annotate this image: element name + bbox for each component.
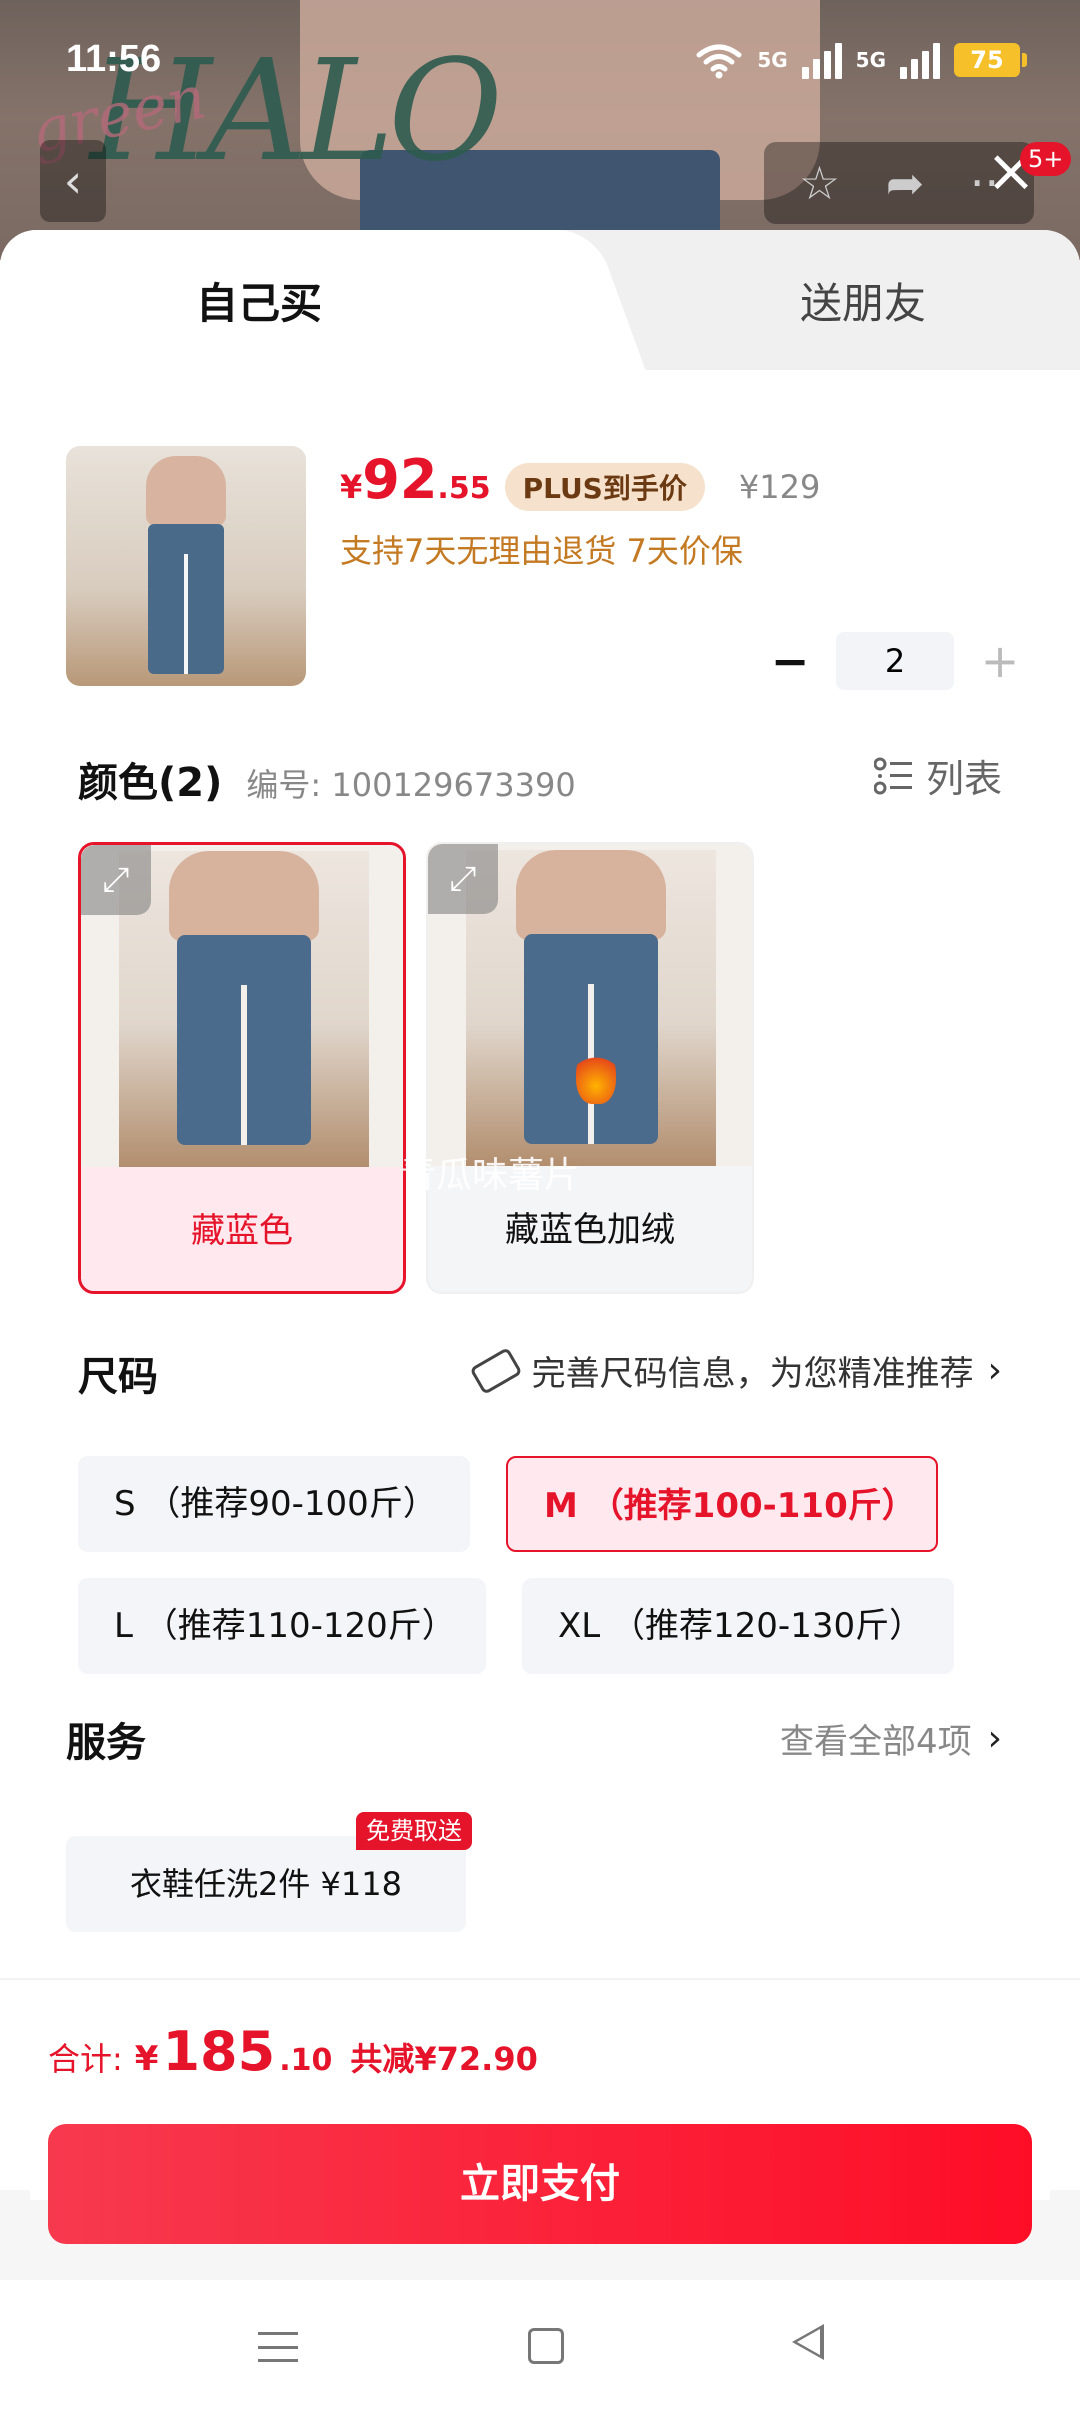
color-option-navy-fleece[interactable]: ⤢ 藏蓝色加绒 [426,842,754,1294]
color-option-label: 藏蓝色 [191,1211,293,1251]
tab-gift-friend-label: 送朋友 [800,279,927,328]
back-triangle-icon[interactable] [792,2324,824,2360]
price-decimal: .55 [437,471,491,506]
price-integer: 92 [362,448,438,511]
expand-icon[interactable]: ⤢ [81,845,151,915]
thumbnail-top [146,456,226,526]
color-option-navy[interactable]: ⤢ 藏蓝色 [78,842,406,1294]
user-watermark: 青瓜味薯片 [400,1155,581,1196]
increase-quantity-button[interactable]: + [980,634,1020,688]
total-discount: 共减¥72.90 [350,2040,538,2078]
view-all-services-link[interactable]: 查看全部4项 › [780,1714,1002,1763]
size-option-s[interactable]: S （推荐90-100斤） [78,1456,470,1552]
back-button[interactable]: ‹ [40,140,106,222]
total-integer: 185 [162,2020,276,2083]
share-icon[interactable]: ➦ [886,156,925,210]
options-card: ¥92.55 PLUS到手价 ¥129 支持7天无理由退货 7天价保 − 2 +… [30,410,1050,2200]
star-icon[interactable]: ☆ [799,156,840,210]
product-sku: 编号: 100129673390 [246,766,576,804]
service-promise: 支持7天无理由退货 7天价保 [340,532,743,570]
size-option-l[interactable]: L （推荐110-120斤） [78,1578,486,1674]
fleece-flame-icon [576,1044,616,1104]
tab-buy-for-self-label: 自己买 [196,279,323,328]
order-total: 合计: ¥ 185 .10 共减¥72.90 [48,2020,538,2083]
color-section-header: 颜色(2) 编号: 100129673390 [78,750,576,808]
final-price: ¥92.55 [340,448,491,511]
view-all-services-label: 查看全部4项 [779,1722,972,1762]
plus-price-tag: PLUS到手价 [504,463,705,511]
signal-bars-1-icon [801,41,842,79]
network-type-1: 5G [757,48,788,72]
free-pickup-badge: 免费取送 [356,1812,472,1850]
size-recommendation-link[interactable]: 完善尺码信息，为您精准推荐 › [469,1346,1002,1395]
model-top [516,850,666,940]
purchase-sheet-screen: HALO green 11:56 5G 5G 75 ‹ ☆ ➦ ·· × 5+ … [0,0,1080,2412]
status-icons: 5G 5G 75 [695,38,1027,82]
recent-apps-icon[interactable] [258,2332,298,2362]
pay-now-button[interactable]: 立即支付 [48,2124,1032,2244]
total-bar: 合计: ¥ 185 .10 共减¥72.90 [0,1978,1080,2110]
thumbnail-model [126,456,246,676]
quantity-stepper: − 2 + [770,632,1020,690]
service-section-title: 服务 [66,1720,146,1766]
price-currency: ¥ [340,468,363,506]
total-label: 合计: [48,2040,123,2078]
size-option-xl[interactable]: XL （推荐120-130斤） [522,1578,954,1674]
status-time: 11:56 [66,38,162,80]
home-icon[interactable] [528,2328,564,2364]
model-jeans [177,935,311,1145]
network-type-2: 5G [855,48,886,72]
original-price: ¥129 [738,468,821,506]
signal-bars-2-icon [900,41,940,79]
ruler-icon [469,1346,523,1395]
chevron-left-icon: ‹ [63,154,83,208]
quantity-input[interactable]: 2 [836,632,954,690]
battery-indicator: 75 [954,43,1027,77]
color-section-title: 颜色(2) [78,760,223,806]
thumbnail-jeans [148,524,224,674]
decrease-quantity-button[interactable]: − [770,634,810,688]
chevron-right-icon: › [987,1350,1002,1391]
size-option-m[interactable]: M （推荐100-110斤） [506,1456,938,1552]
purchase-tabs: 送朋友 自己买 [0,230,1080,370]
model-top [169,851,319,941]
list-icon [873,757,912,794]
size-section-title: 尺码 [78,1354,158,1400]
message-badge: 5+ [1020,142,1072,176]
wifi-icon [696,44,742,79]
size-hint-text: 完善尺码信息，为您精准推荐 [531,1354,974,1394]
total-decimal: .10 [279,2043,333,2078]
total-currency: ¥ [134,2039,159,2079]
list-view-label: 列表 [925,757,1002,801]
list-view-toggle[interactable]: 列表 [873,748,1002,803]
chevron-right-icon: › [987,1718,1002,1759]
model-jeans [524,934,658,1144]
system-navigation-bar [0,2280,1080,2412]
price-row: ¥92.55 PLUS到手价 ¥129 [340,448,820,511]
expand-icon[interactable]: ⤢ [428,844,498,914]
status-bar: 11:56 5G 5G 75 [0,0,1080,120]
product-thumbnail[interactable] [66,446,306,686]
service-option-laundry[interactable]: 衣鞋任洗2件 ¥118 [66,1836,466,1932]
sheet-body: ¥92.55 PLUS到手价 ¥129 支持7天无理由退货 7天价保 − 2 +… [0,370,1080,2200]
tab-buy-for-self[interactable]: 自己买 [0,230,560,370]
